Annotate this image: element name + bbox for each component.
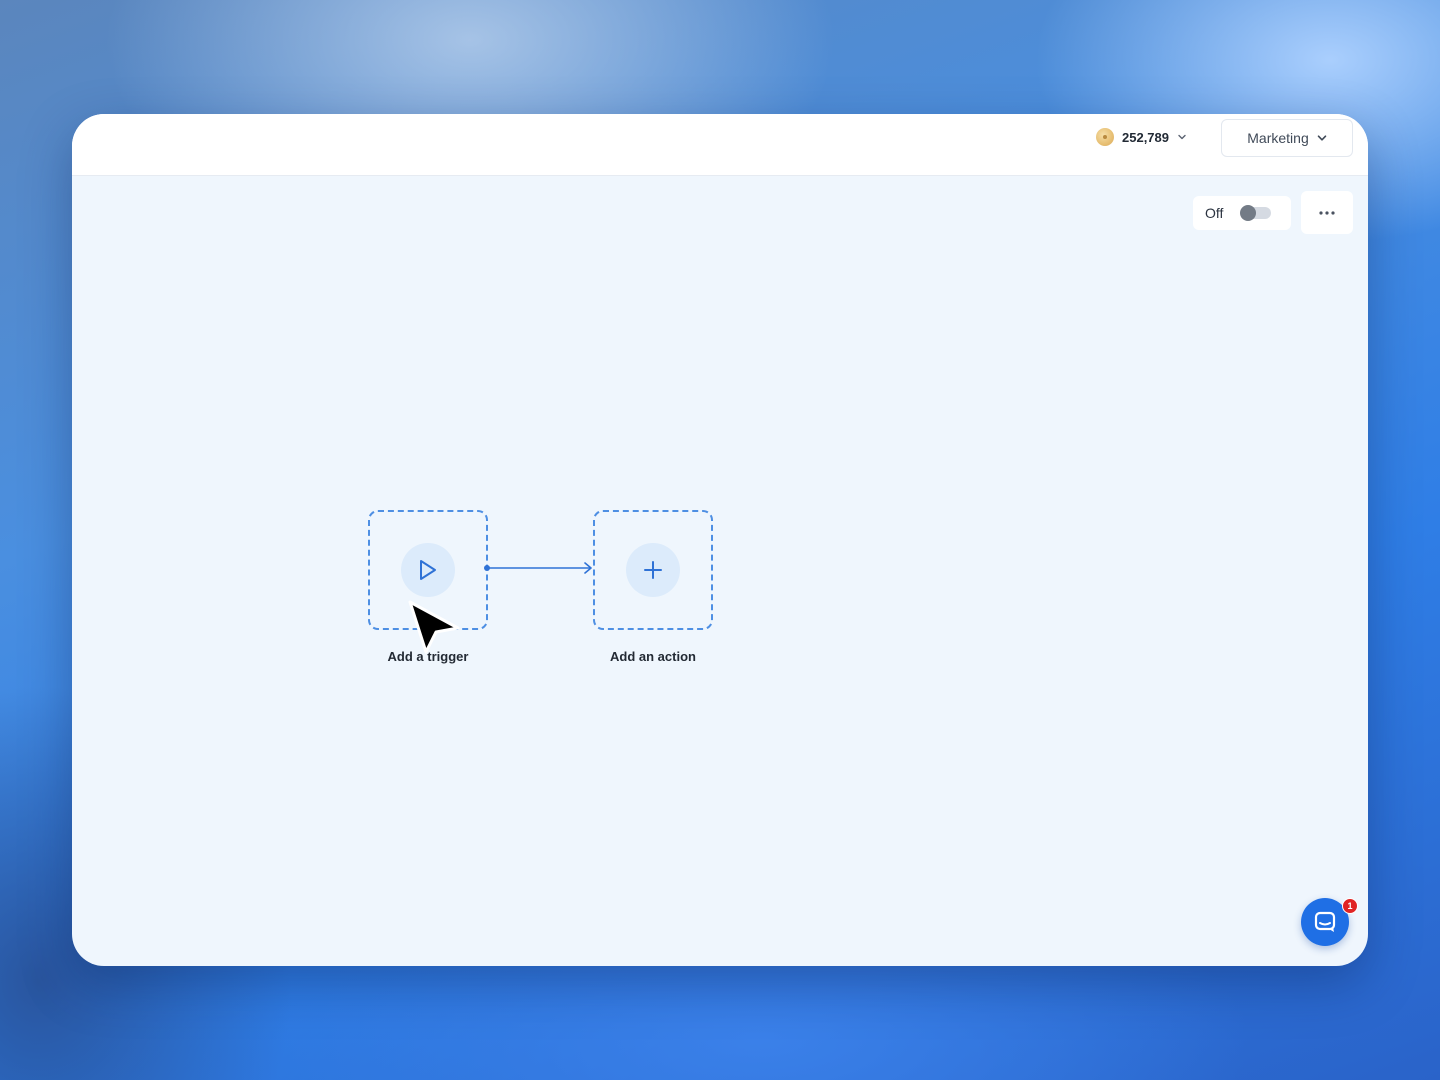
app-window: 252,789 Marketing Off Add a trigger Add …	[72, 114, 1368, 966]
add-action-button[interactable]	[626, 543, 680, 597]
plus-icon	[644, 561, 662, 579]
chevron-down-icon	[1178, 134, 1186, 140]
coin-icon	[1096, 128, 1114, 146]
toggle-knob	[1240, 205, 1257, 221]
play-icon	[420, 560, 436, 580]
chat-icon	[1314, 911, 1336, 932]
mouse-cursor-icon	[408, 600, 460, 654]
more-options-button[interactable]	[1301, 191, 1353, 234]
team-selector[interactable]: Marketing	[1221, 119, 1353, 157]
more-horizontal-icon	[1319, 210, 1335, 215]
status-toggle-group: Off	[1193, 196, 1291, 230]
status-toggle[interactable]	[1240, 205, 1272, 221]
add-trigger-button[interactable]	[401, 543, 455, 597]
add-action-label: Add an action	[610, 649, 696, 664]
connector-arrow	[484, 562, 592, 574]
chevron-down-icon	[1317, 135, 1327, 141]
credits-value: 252,789	[1122, 129, 1169, 145]
add-action-node[interactable]	[593, 510, 713, 630]
top-bar: 252,789 Marketing	[72, 114, 1368, 176]
chat-notification-badge: 1	[1342, 898, 1358, 914]
team-selector-label: Marketing	[1247, 130, 1309, 146]
credits-dropdown[interactable]: 252,789	[1096, 126, 1187, 148]
status-toggle-label: Off	[1205, 205, 1224, 221]
